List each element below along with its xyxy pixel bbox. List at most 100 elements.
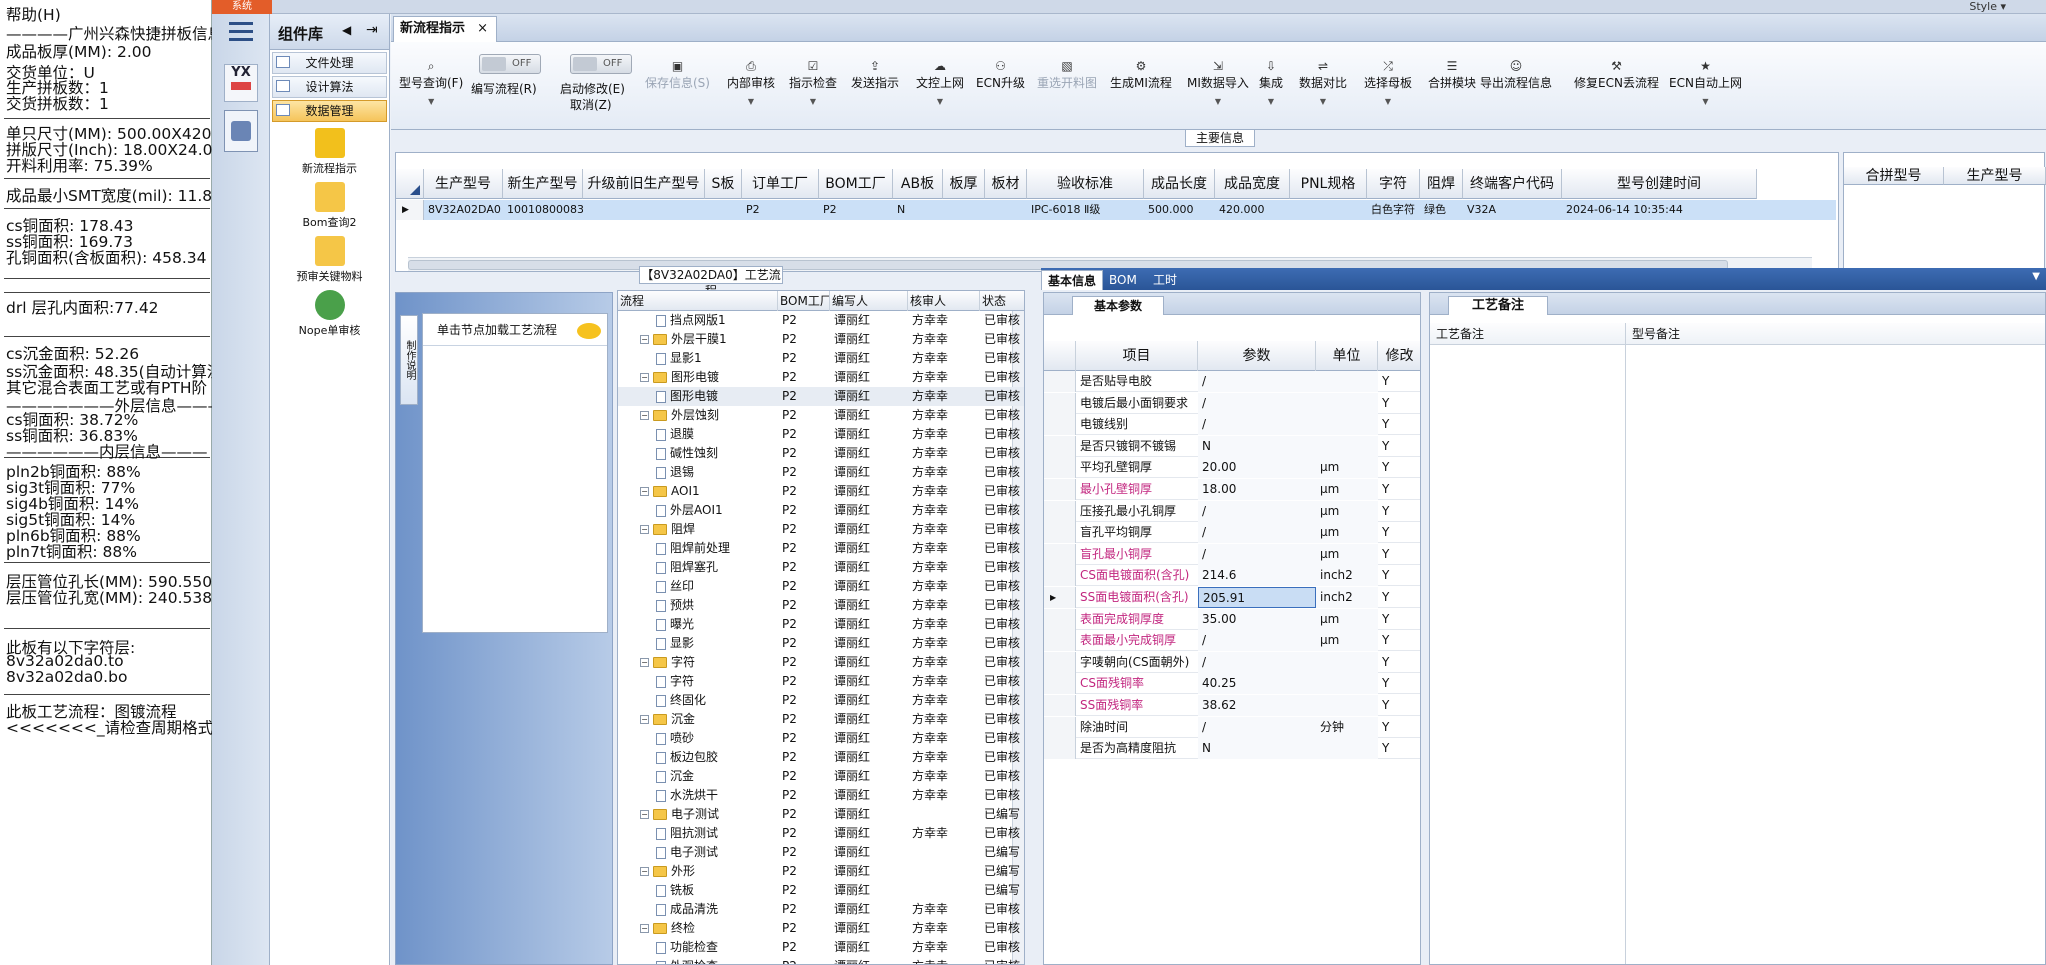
grid-cell[interactable]: 2024-06-14 10:35:44 — [1562, 200, 1757, 220]
toolbar-button[interactable]: ▧ 重选开料图 — [1037, 60, 1097, 91]
column-header[interactable]: 成品长度 — [1144, 169, 1215, 199]
toolbar-button[interactable]: ☰ 合拼模块 — [1428, 60, 1476, 91]
params-column-header[interactable]: 参数 — [1198, 341, 1316, 371]
complib-item[interactable]: 新流程指示 — [270, 128, 389, 176]
column-header[interactable]: 升级前旧生产型号 — [583, 169, 705, 199]
param-row[interactable]: 最小孔壁铜厚 18.00 μm Y — [1044, 479, 1420, 500]
hamburger-icon[interactable] — [229, 22, 253, 42]
tree-row[interactable]: 喷砂 P2 谭丽红 方幸幸 已审核 — [618, 729, 1024, 748]
tree-node[interactable]: − 图形电镀 — [640, 368, 778, 387]
grid-cell[interactable] — [1290, 200, 1367, 220]
tree-row[interactable]: 退膜 P2 谭丽红 方幸幸 已审核 — [618, 425, 1024, 444]
tree-row[interactable]: 水洗烘干 P2 谭丽红 方幸幸 已审核 — [618, 786, 1024, 805]
tree-row[interactable]: 预烘 P2 谭丽红 方幸幸 已审核 — [618, 596, 1024, 615]
tree-row[interactable]: 退锡 P2 谭丽红 方幸幸 已审核 — [618, 463, 1024, 482]
tree-row[interactable]: 曝光 P2 谭丽红 方幸幸 已审核 — [618, 615, 1024, 634]
tree-row[interactable]: 功能检查 P2 谭丽红 方幸幸 已审核 — [618, 938, 1024, 957]
tree-row[interactable]: 挡点网版1 P2 谭丽红 方幸幸 已审核 — [618, 311, 1024, 330]
param-value[interactable]: 35.00 — [1198, 608, 1316, 630]
tree-node[interactable]: 挡点网版1 — [656, 311, 778, 330]
close-icon[interactable]: × — [477, 17, 488, 41]
param-value[interactable]: / — [1198, 392, 1316, 414]
tree-node[interactable]: 成品清洗 — [656, 900, 778, 919]
column-header[interactable]: 新生产型号 — [503, 169, 583, 199]
tree-row[interactable]: 板边包胶 P2 谭丽红 方幸幸 已审核 — [618, 748, 1024, 767]
grid-cell[interactable]: P2 — [819, 200, 893, 220]
collapse-icon[interactable]: − — [640, 373, 649, 382]
toolbar-button[interactable]: ⚇ ECN升级 — [976, 60, 1025, 91]
param-row[interactable]: ▶ SS面电镀面积(含孔) 205.91 inch2 Y — [1044, 587, 1420, 608]
param-row[interactable]: 盲孔最小铜厚 / μm Y — [1044, 543, 1420, 565]
param-row[interactable]: 平均孔壁铜厚 20.00 μm Y — [1044, 457, 1420, 479]
param-row[interactable]: 盲孔平均铜厚 / μm Y — [1044, 522, 1420, 544]
toolbar-button[interactable]: ☑ 指示检查 ▼ — [789, 60, 837, 106]
tree-node[interactable]: 曝光 — [656, 615, 778, 634]
grid-cell[interactable]: 白色字符 — [1367, 200, 1420, 220]
tree-column-header[interactable]: 流程 — [618, 291, 778, 311]
tree-node[interactable]: 退膜 — [656, 425, 778, 444]
tree-node[interactable]: 终固化 — [656, 691, 778, 710]
tree-row[interactable]: 成品清洗 P2 谭丽红 方幸幸 已审核 — [618, 900, 1024, 919]
column-header[interactable]: 板材 — [985, 169, 1027, 199]
param-value[interactable]: 18.00 — [1198, 479, 1316, 500]
tree-node[interactable]: 显影 — [656, 634, 778, 653]
toolbar-button[interactable]: ⤮ 选择母板 ▼ — [1364, 60, 1412, 106]
grid-cell[interactable]: 420.000 — [1215, 200, 1290, 220]
param-value[interactable]: N — [1198, 435, 1316, 457]
column-header[interactable]: 成品宽度 — [1215, 169, 1290, 199]
tree-row[interactable]: 电子测试 P2 谭丽红 已编写 — [618, 843, 1024, 862]
grid-cell[interactable]: 绿色 — [1420, 200, 1463, 220]
tree-node[interactable]: 阻抗测试 — [656, 824, 778, 843]
collapse-icon[interactable]: − — [640, 810, 649, 819]
tree-row[interactable]: − 终检 P2 谭丽红 方幸幸 已审核 — [618, 919, 1024, 938]
tree-row[interactable]: − 图形电镀 P2 谭丽红 方幸幸 已审核 — [618, 368, 1024, 387]
param-value[interactable]: 38.62 — [1198, 695, 1316, 716]
grid-cell[interactable]: P2 — [742, 200, 819, 220]
toolbar-button[interactable]: ⚒ 修复ECN丢流程 — [1574, 60, 1659, 91]
param-row[interactable]: 电镀线别 / Y — [1044, 414, 1420, 436]
tree-row[interactable]: − AOI1 P2 谭丽红 方幸幸 已审核 — [618, 482, 1024, 501]
tree-row[interactable]: 阻焊前处理 P2 谭丽红 方幸幸 已审核 — [618, 539, 1024, 558]
tree-node[interactable]: 功能检查 — [656, 938, 778, 957]
tree-node[interactable]: − 终检 — [640, 919, 778, 938]
tree-row[interactable]: 阻焊塞孔 P2 谭丽红 方幸幸 已审核 — [618, 558, 1024, 577]
tree-node[interactable]: − 外层干膜1 — [640, 330, 778, 349]
grid-cell[interactable] — [583, 200, 705, 220]
collapse-icon[interactable]: − — [640, 867, 649, 876]
tab-basic-params[interactable]: 基本参数 — [1072, 296, 1164, 315]
toolbar-button[interactable]: ⇌ 数据对比 ▼ — [1299, 60, 1347, 106]
tree-node[interactable]: − 字符 — [640, 653, 778, 672]
tab-process-notes[interactable]: 工艺备注 — [1448, 296, 1548, 315]
complib-button[interactable]: 数据管理 — [272, 100, 387, 122]
tree-node[interactable]: 外观检查 — [656, 957, 778, 964]
param-value[interactable]: / — [1198, 371, 1316, 392]
tree-row[interactable]: 碱性蚀刻 P2 谭丽红 方幸幸 已审核 — [618, 444, 1024, 463]
collapse-icon[interactable]: − — [640, 715, 649, 724]
tree-row[interactable]: − 外层蚀刻 P2 谭丽红 方幸幸 已审核 — [618, 406, 1024, 425]
toolbar-button[interactable]: ☺ 导出流程信息 — [1480, 60, 1552, 91]
grid-cell[interactable] — [943, 200, 985, 220]
grid-cell[interactable]: V32A — [1463, 200, 1562, 220]
complib-button[interactable]: 文件处理 — [272, 52, 387, 74]
yx-logo-icon[interactable]: YX — [224, 64, 258, 102]
grid-cell[interactable]: IPC-6018 Ⅱ级 — [1027, 200, 1144, 220]
collapse-icon[interactable]: − — [640, 658, 649, 667]
tree-node[interactable]: 板边包胶 — [656, 748, 778, 767]
complib-button[interactable]: 设计算法 — [272, 76, 387, 98]
tree-row[interactable]: − 沉金 P2 谭丽红 方幸幸 已审核 — [618, 710, 1024, 729]
collapse-icon[interactable]: − — [640, 525, 649, 534]
column-header[interactable]: 验收标准 — [1027, 169, 1144, 199]
toolbar-button[interactable]: ★ ECN自动上网 ▼ — [1669, 60, 1742, 106]
tab-basic-0[interactable]: 基本信息 — [1041, 270, 1104, 290]
toolbar-button[interactable]: ⇲ MI数据导入 ▼ — [1187, 60, 1249, 106]
tree-node[interactable]: 显影1 — [656, 349, 778, 368]
column-header[interactable]: 终端客户代码 — [1463, 169, 1562, 199]
params-column-header[interactable]: 项目 — [1076, 341, 1198, 371]
grid-cell[interactable]: 500.000 — [1144, 200, 1215, 220]
column-header[interactable]: 字符 — [1367, 169, 1420, 199]
tree-node[interactable]: 外层AOI1 — [656, 501, 778, 520]
param-value[interactable]: / — [1198, 651, 1316, 673]
grid-cell[interactable] — [705, 200, 742, 220]
database-icon[interactable] — [224, 110, 258, 152]
tree-column-header[interactable]: 状态 — [980, 291, 1024, 311]
